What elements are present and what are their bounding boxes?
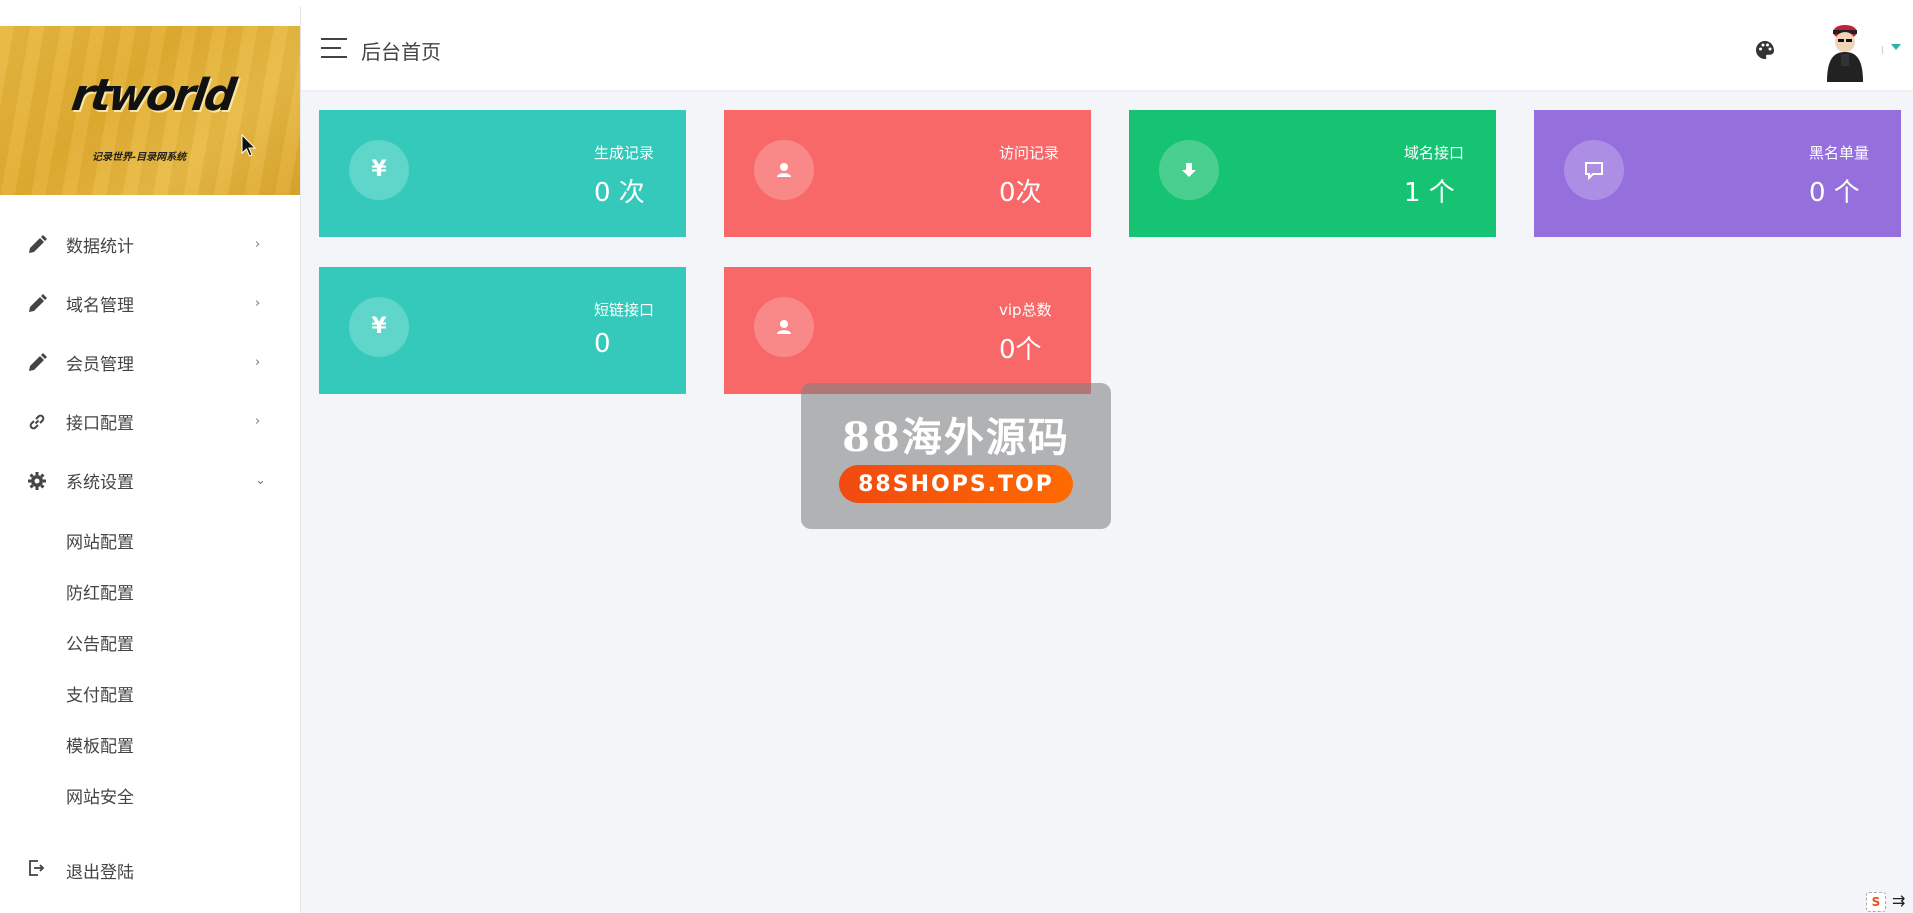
avatar[interactable] — [1819, 20, 1871, 82]
sidebar-item-statistics[interactable]: 数据统计 › — [0, 215, 300, 274]
sidebar: rtworld 记录世界-目录网系统 数据统计 › 域名管理 › 会员管理 › — [0, 6, 301, 913]
top-header: 后台首页 — [301, 6, 1913, 90]
sidebar-item-label: 系统设置 — [66, 473, 134, 493]
logo-text: rtworld — [68, 70, 237, 121]
gear-icon — [27, 471, 47, 491]
sidebar-item-label: 接口配置 — [66, 414, 134, 434]
pencil-icon — [27, 352, 47, 373]
logo-banner[interactable]: rtworld 记录世界-目录网系统 — [0, 26, 300, 195]
user-icon — [754, 140, 814, 200]
yen-icon: ¥ — [349, 297, 409, 357]
submenu-item-template-config[interactable]: 模板配置 — [0, 722, 300, 773]
pencil-icon — [27, 234, 47, 255]
sidebar-item-members[interactable]: 会员管理 › — [0, 333, 300, 392]
logout-button[interactable]: 退出登陆 — [0, 841, 300, 900]
stat-label: 域名接口 — [1404, 144, 1465, 162]
user-icon — [754, 297, 814, 357]
sidebar-item-domains[interactable]: 域名管理 › — [0, 274, 300, 333]
watermark-url: 88SHOPS.TOP — [839, 465, 1073, 503]
watermark-title: 88海外源码 — [842, 414, 1070, 461]
submenu-item-notice-config[interactable]: 公告配置 — [0, 620, 300, 671]
logout-icon — [27, 859, 45, 882]
stat-value: 0次 — [999, 178, 1042, 208]
stat-card-visits[interactable]: 访问记录 0次 — [724, 110, 1091, 237]
badge-icon: S — [1866, 892, 1886, 912]
sidebar-item-api-config[interactable]: 接口配置 › — [0, 392, 300, 451]
link-icon — [27, 412, 47, 432]
header-separator — [1882, 46, 1883, 54]
stat-label: vip总数 — [999, 301, 1052, 319]
watermark-overlay: 88海外源码 88SHOPS.TOP — [801, 383, 1111, 529]
stat-card-generated[interactable]: ¥ 生成记录 0 次 — [319, 110, 686, 237]
arrow-icon: ⇉ — [1892, 891, 1906, 910]
sidebar-item-label: 域名管理 — [66, 296, 134, 316]
logo-subtitle: 记录世界-目录网系统 — [92, 152, 187, 163]
stat-label: 短链接口 — [594, 301, 655, 319]
chevron-right-icon: › — [255, 237, 261, 252]
stat-label: 黑名单量 — [1809, 144, 1870, 162]
palette-icon[interactable] — [1754, 39, 1776, 65]
stat-card-vip-total[interactable]: vip总数 0个 — [724, 267, 1091, 394]
sidebar-menu: 数据统计 › 域名管理 › 会员管理 › 接口配置 › 系统设置 ⌄ 网站配置 … — [0, 215, 300, 824]
chevron-down-icon: ⌄ — [255, 473, 266, 488]
submenu-item-anti-red-config[interactable]: 防红配置 — [0, 569, 300, 620]
corner-widget[interactable]: S ⇉ — [1862, 890, 1913, 913]
yen-icon: ¥ — [349, 140, 409, 200]
sidebar-item-system-settings[interactable]: 系统设置 ⌄ — [0, 451, 300, 510]
submenu-item-site-config[interactable]: 网站配置 — [0, 518, 300, 569]
caret-down-icon[interactable] — [1891, 44, 1901, 50]
sidebar-item-label: 数据统计 — [66, 237, 134, 257]
logout-label: 退出登陆 — [66, 863, 134, 883]
message-icon — [1564, 140, 1624, 200]
submenu-item-payment-config[interactable]: 支付配置 — [0, 671, 300, 722]
settings-submenu: 网站配置 防红配置 公告配置 支付配置 模板配置 网站安全 — [0, 510, 300, 824]
download-icon — [1159, 140, 1219, 200]
stat-label: 访问记录 — [999, 144, 1060, 162]
stat-card-blacklist[interactable]: 黑名单量 0 个 — [1534, 110, 1901, 237]
stat-value: 0 — [594, 329, 611, 359]
chevron-right-icon: › — [255, 355, 261, 370]
chevron-right-icon: › — [255, 296, 261, 311]
mouse-cursor-icon — [241, 134, 257, 157]
stat-value: 1 个 — [1404, 178, 1455, 208]
sidebar-item-label: 会员管理 — [66, 355, 134, 375]
stat-value: 0 次 — [594, 178, 645, 208]
hamburger-icon[interactable] — [321, 38, 347, 58]
page-title: 后台首页 — [361, 40, 441, 64]
stat-card-shortlink-api[interactable]: ¥ 短链接口 0 — [319, 267, 686, 394]
stat-value: 0个 — [999, 335, 1042, 365]
chevron-right-icon: › — [255, 414, 261, 429]
stat-value: 0 个 — [1809, 178, 1860, 208]
pencil-icon — [27, 293, 47, 314]
stat-label: 生成记录 — [594, 144, 655, 162]
submenu-item-site-security[interactable]: 网站安全 — [0, 773, 300, 824]
stat-card-domain-api[interactable]: 域名接口 1 个 — [1129, 110, 1496, 237]
